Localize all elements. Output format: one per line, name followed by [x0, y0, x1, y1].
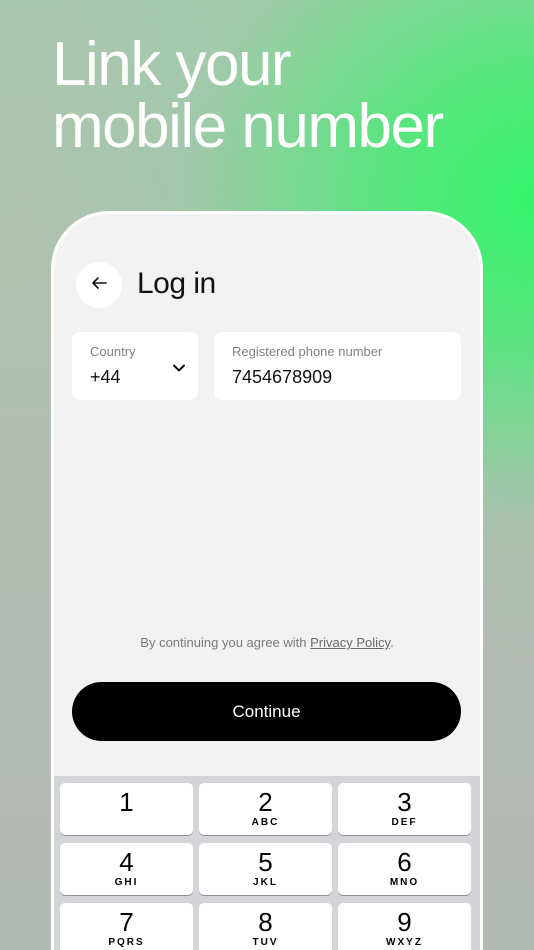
key-8[interactable]: 8 TUV — [199, 903, 332, 950]
phone-number-label: Registered phone number — [232, 344, 383, 359]
login-screen: Log in Country +44 Registered phone numb… — [54, 214, 480, 950]
privacy-policy-link[interactable]: Privacy Policy — [310, 635, 390, 650]
chevron-down-icon — [172, 360, 186, 378]
phone-mockup: Log in Country +44 Registered phone numb… — [51, 211, 483, 950]
key-1[interactable]: 1 — [60, 783, 193, 835]
headline-line-2: mobile number — [52, 92, 444, 161]
phone-number-field[interactable]: Registered phone number 7454678909 — [214, 332, 461, 400]
key-number: 2 — [258, 787, 273, 817]
arrow-left-icon — [90, 274, 108, 297]
legal-prefix: By continuing you agree with — [140, 635, 311, 650]
key-number: 3 — [397, 787, 412, 817]
key-letters: PQRS — [108, 937, 145, 948]
country-select[interactable]: Country +44 — [72, 332, 198, 400]
key-4[interactable]: 4 GHI — [60, 843, 193, 895]
key-letters: TUV — [252, 937, 279, 948]
key-letters: ABC — [251, 817, 280, 828]
legal-suffix: . — [390, 635, 394, 650]
headline-line-1: Link your — [52, 30, 292, 99]
key-5[interactable]: 5 JKL — [199, 843, 332, 895]
key-number: 7 — [119, 907, 134, 937]
key-number: 9 — [397, 907, 412, 937]
continue-button[interactable]: Continue — [72, 682, 461, 741]
legal-notice: By continuing you agree with Privacy Pol… — [54, 635, 480, 650]
key-3[interactable]: 3 DEF — [338, 783, 471, 835]
key-letters: WXYZ — [386, 937, 423, 948]
key-number: 4 — [119, 847, 134, 877]
page-title: Log in — [137, 267, 216, 300]
key-9[interactable]: 9 WXYZ — [338, 903, 471, 950]
key-7[interactable]: 7 PQRS — [60, 903, 193, 950]
key-number: 8 — [258, 907, 273, 937]
back-button[interactable] — [76, 262, 122, 308]
key-6[interactable]: 6 MNO — [338, 843, 471, 895]
country-value: +44 — [90, 367, 121, 387]
key-2[interactable]: 2 ABC — [199, 783, 332, 835]
numeric-keypad: 1 2 ABC 3 DEF 4 GHI 5 JKL 6 MNO 7 PQRS 8 TUV 9W… — [54, 776, 480, 950]
country-label: Country — [90, 344, 136, 359]
key-number: 1 — [119, 787, 134, 817]
key-letters: JKL — [253, 877, 278, 888]
key-letters: MNO — [389, 877, 420, 888]
key-number: 5 — [258, 847, 273, 877]
key-letters: DEF — [391, 817, 418, 828]
key-letters: GHI — [114, 877, 139, 888]
key-number: 6 — [397, 847, 412, 877]
headline: Link your mobile number — [52, 30, 444, 161]
key-letters — [60, 817, 193, 829]
phone-number-value: 7454678909 — [232, 367, 333, 387]
